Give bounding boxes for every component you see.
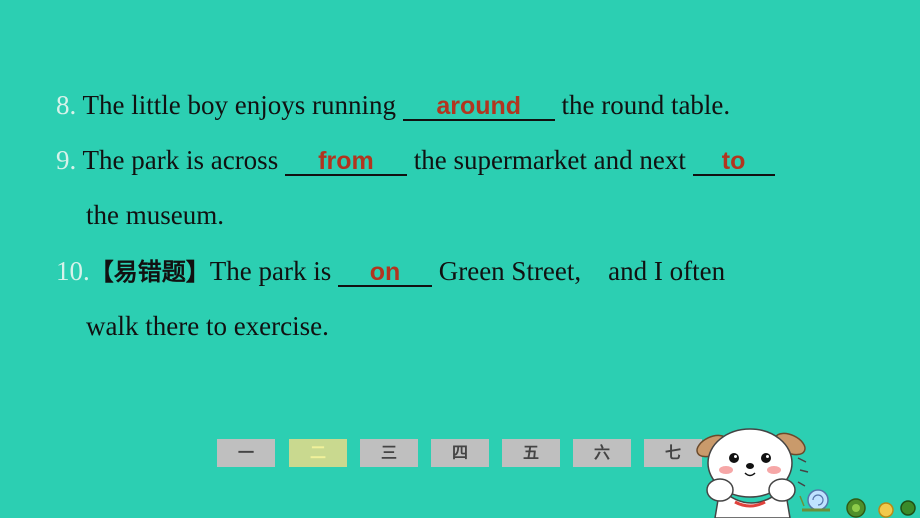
answer-blank: on [337, 258, 432, 287]
question-text: The park is across [82, 145, 279, 175]
question-continuation: walk there to exercise. [86, 311, 329, 341]
question-text: Green Street, [438, 256, 582, 286]
question-text: the supermarket and next [413, 145, 686, 175]
nav-button-6[interactable]: 六 [573, 439, 631, 467]
question-text: The park is [209, 256, 332, 286]
answer-blank: to [692, 147, 775, 176]
question-continuation: the museum. [86, 200, 224, 230]
answer-text: on [369, 258, 401, 286]
error-prone-tag: 【易错题】 [89, 258, 210, 286]
answer-blank: around [402, 92, 555, 121]
question-text: the round table. [561, 90, 731, 120]
question-text: The little boy enjoys running [82, 90, 396, 120]
question-text: and I often [608, 256, 726, 286]
answer-text: around [436, 92, 522, 120]
nav-button-2[interactable]: 二 [289, 439, 347, 467]
question-number: 10. [56, 256, 90, 286]
question-10: 10.【易错题】The park is on Green Street, and… [56, 256, 725, 287]
nav-button-1[interactable]: 一 [217, 439, 275, 467]
nav-button-5[interactable]: 五 [502, 439, 560, 467]
nav-button-4[interactable]: 四 [431, 439, 489, 467]
answer-blank: from [284, 147, 407, 176]
question-number: 8. [56, 90, 77, 120]
snail-icon [799, 489, 830, 512]
answer-text: from [318, 147, 374, 175]
question-8: 8. The little boy enjoys running around … [56, 90, 730, 121]
answer-text: to [721, 147, 746, 175]
question-number: 9. [56, 145, 77, 175]
nav-button-3[interactable]: 三 [360, 439, 418, 467]
puppy-mascot-icon [696, 428, 916, 518]
question-9: 9. The park is across from the supermark… [56, 145, 775, 176]
